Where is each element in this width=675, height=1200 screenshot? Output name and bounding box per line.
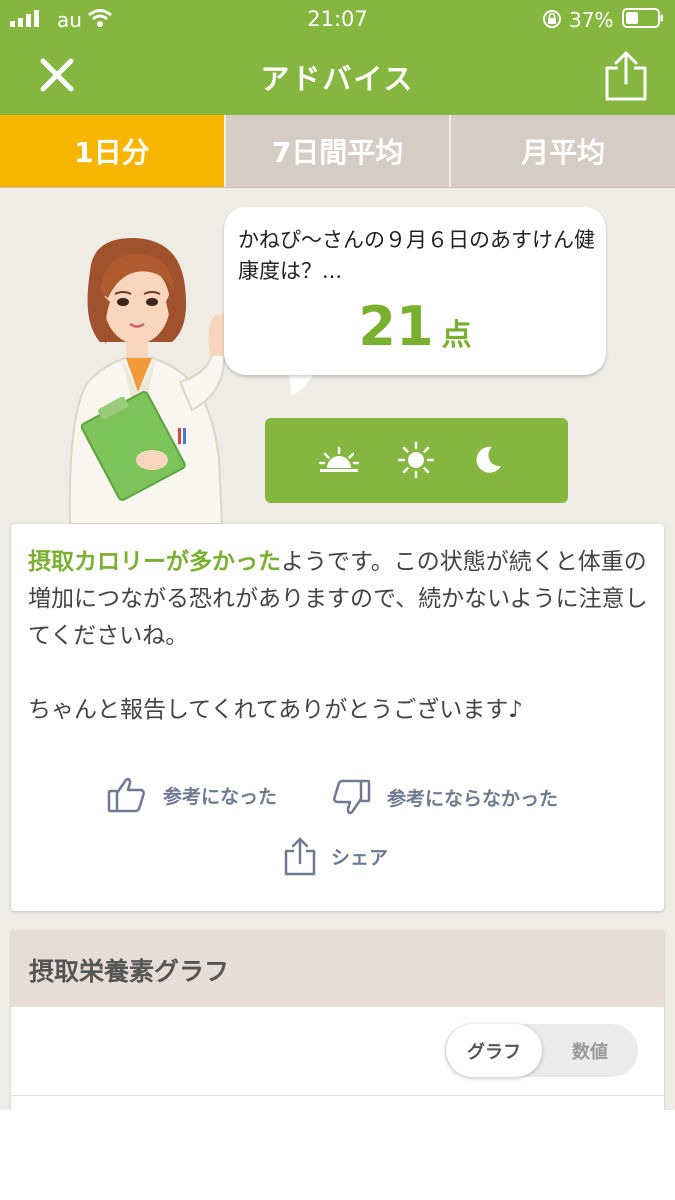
share-icon bbox=[284, 837, 316, 876]
speech-bubble: かねぴ〜さんの９月６日のあすけん健康度は？... 21 点 bbox=[224, 207, 606, 375]
divider bbox=[11, 1095, 664, 1096]
health-score-unit: 点 bbox=[441, 318, 472, 353]
tab-7day-average[interactable]: 7日間平均 bbox=[223, 115, 450, 187]
graph-value-toggle: グラフ 数値 bbox=[445, 1024, 638, 1077]
app-screen: au 21:07 37% アドバイス 1日分 7日間平均 月平均 かねぴ〜さんの… bbox=[0, 0, 675, 1110]
sunrise-icon[interactable] bbox=[319, 446, 359, 474]
advisor-character-illustration bbox=[68, 237, 234, 524]
tab-1day[interactable]: 1日分 bbox=[0, 115, 224, 187]
advice-card: 摂取カロリーが多かったようです。この状態が続くと体重の増加につながる恐れがありま… bbox=[11, 524, 664, 911]
share-icon[interactable] bbox=[603, 50, 649, 102]
tab-monthly-average[interactable]: 月平均 bbox=[449, 115, 675, 187]
helpful-button[interactable]: 参考になった bbox=[107, 776, 277, 814]
period-tabs: 1日分 7日間平均 月平均 bbox=[0, 115, 675, 188]
helpful-label: 参考になった bbox=[163, 785, 278, 808]
meal-time-bar bbox=[265, 418, 568, 503]
nutrient-graph-header: 摂取栄養素グラフ bbox=[11, 930, 664, 1007]
advice-highlight: 摂取カロリーが多かった bbox=[28, 549, 281, 575]
sun-icon[interactable] bbox=[396, 440, 436, 480]
nutrient-graph-title: 摂取栄養素グラフ bbox=[29, 957, 230, 986]
not-helpful-label: 参考にならなかった bbox=[387, 787, 559, 810]
nutrient-graph-card: 摂取栄養素グラフ グラフ 数値 bbox=[11, 930, 664, 1110]
not-helpful-button[interactable]: 参考にならなかった bbox=[331, 778, 558, 816]
status-bar: au 21:07 37% bbox=[0, 0, 675, 38]
page-title: アドバイス bbox=[260, 62, 415, 96]
health-score-question: かねぴ〜さんの９月６日のあすけん健康度は？... bbox=[238, 228, 595, 283]
toggle-values-option[interactable]: 数値 bbox=[542, 1024, 638, 1077]
advice-thanks: ちゃんと報告してくれてありがとうございます♪ bbox=[28, 697, 523, 723]
navigation-bar: アドバイス bbox=[0, 38, 675, 115]
toggle-graph-option[interactable]: グラフ bbox=[446, 1024, 542, 1077]
advice-message: 摂取カロリーが多かったようです。この状態が続くと体重の増加につながる恐れがありま… bbox=[28, 544, 658, 729]
health-score: 21 点 bbox=[224, 295, 606, 358]
share-label: シェア bbox=[331, 846, 389, 869]
orientation-lock-icon bbox=[543, 10, 561, 28]
advice-paragraph: 摂取カロリーが多かったようです。この状態が続くと体重の増加につながる恐れがありま… bbox=[28, 544, 658, 655]
thumbs-up-icon bbox=[107, 777, 145, 813]
battery-percent: 37% bbox=[569, 8, 614, 32]
moon-icon[interactable] bbox=[472, 444, 504, 476]
share-advice-button[interactable]: シェア bbox=[283, 836, 388, 876]
health-score-value: 21 bbox=[358, 295, 434, 358]
thumbs-down-icon bbox=[333, 779, 371, 815]
battery-icon bbox=[622, 8, 663, 28]
